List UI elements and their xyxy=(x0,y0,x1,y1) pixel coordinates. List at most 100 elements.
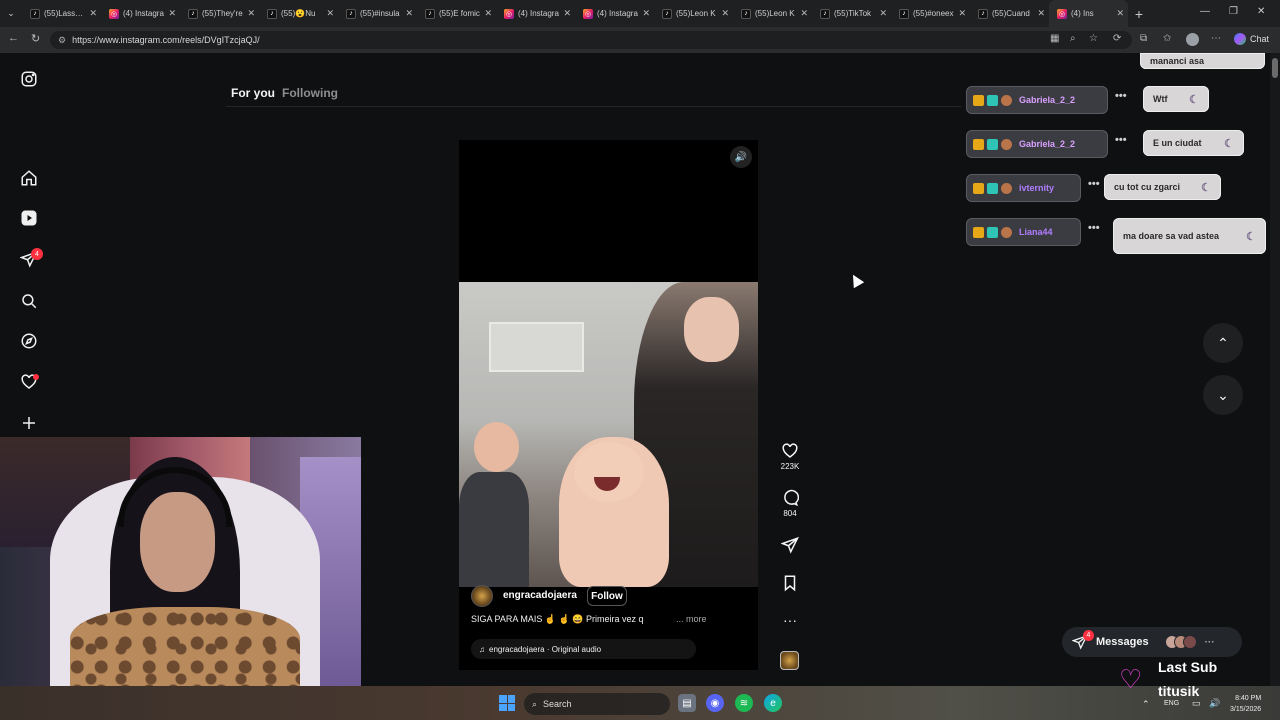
scrollbar[interactable] xyxy=(1270,53,1280,686)
back-icon[interactable]: ← xyxy=(8,32,19,44)
close-tab-icon[interactable]: ✕ xyxy=(405,8,413,19)
zoom-icon[interactable]: ⌕ xyxy=(1070,33,1076,44)
save-button[interactable] xyxy=(776,574,804,592)
chat-username: Gabriela_2_2 xyxy=(1019,139,1076,149)
file-explorer-icon[interactable]: ▤ xyxy=(678,694,696,712)
chat-ellipsis-icon: ••• xyxy=(1088,222,1100,234)
close-tab-icon[interactable]: ✕ xyxy=(721,8,729,19)
create-icon[interactable] xyxy=(18,412,40,434)
close-tab-icon[interactable]: ✕ xyxy=(1116,8,1124,19)
close-tab-icon[interactable]: ✕ xyxy=(642,8,650,19)
scrollbar-thumb[interactable] xyxy=(1272,58,1278,78)
tiktok-icon: ♪ xyxy=(30,8,40,19)
tab-search-icon[interactable]: ⌄ xyxy=(0,8,22,19)
close-tab-icon[interactable]: ✕ xyxy=(247,8,255,19)
browser-tab[interactable]: ♪ (55)#oneex ✕ xyxy=(891,0,970,27)
share-button[interactable] xyxy=(776,536,804,554)
edge-icon[interactable]: e xyxy=(764,694,782,712)
chat-message-text: ma doare sa vad astea xyxy=(1123,231,1220,241)
previous-reel-button[interactable]: ⌃ xyxy=(1203,323,1243,363)
tray-chevron-icon[interactable]: ⌃ xyxy=(1142,699,1150,710)
follow-button[interactable]: Follow xyxy=(587,586,627,606)
more-options-icon[interactable]: ⋯ xyxy=(1211,33,1221,44)
reel-audio-chip[interactable]: ♫ engracadojaera · Original audio xyxy=(471,639,696,659)
browser-tab[interactable]: ♪ (55)E fomic ✕ xyxy=(417,0,496,27)
tab-for-you[interactable]: For you xyxy=(231,86,275,100)
windows-start-icon[interactable] xyxy=(499,695,515,711)
messages-badge: 4 xyxy=(1083,630,1094,641)
close-tab-icon[interactable]: ✕ xyxy=(879,8,887,19)
new-tab-button[interactable]: + xyxy=(1128,6,1150,22)
like-count: 223K xyxy=(780,462,800,471)
emo-badge-icon xyxy=(1001,226,1012,238)
chat-message-bubble: cu tot cu zgarci ☾ xyxy=(1104,174,1221,200)
browser-tab[interactable]: ♪ (55)They're ✕ xyxy=(180,0,259,27)
reload-icon[interactable]: ↻ xyxy=(31,32,40,45)
caption-more-link[interactable]: ... more xyxy=(676,614,707,624)
browser-tab[interactable]: ♪ (55)Leon K ✕ xyxy=(733,0,812,27)
close-tab-icon[interactable]: ✕ xyxy=(1037,8,1045,19)
chat-username-chip: Gabriela_2_2 xyxy=(966,130,1108,158)
browser-tab[interactable]: ♪ (55)Lasssss ✕ xyxy=(22,0,101,27)
close-tab-icon[interactable]: ✕ xyxy=(958,8,966,19)
restore-icon[interactable]: ❐ xyxy=(1229,6,1238,17)
browser-tab[interactable]: ♪ (55)#insula ✕ xyxy=(338,0,417,27)
next-reel-button[interactable]: ⌄ xyxy=(1203,375,1243,415)
sound-toggle-button[interactable]: 🔊 xyxy=(730,146,752,168)
reel-author-username[interactable]: engracadojaera xyxy=(503,590,577,601)
close-tab-icon[interactable]: ✕ xyxy=(89,8,97,19)
close-tab-icon[interactable]: ✕ xyxy=(168,8,176,19)
instagram-logo-icon[interactable] xyxy=(18,68,40,90)
favorites-bar-icon[interactable]: ✩ xyxy=(1163,33,1171,44)
profile-avatar[interactable] xyxy=(1186,33,1199,46)
minimize-icon[interactable]: — xyxy=(1200,6,1210,17)
search-icon[interactable] xyxy=(18,290,40,312)
taskbar-search[interactable]: ⌕ Search xyxy=(524,693,670,715)
tray-language[interactable]: ENG xyxy=(1164,700,1179,707)
tab-following[interactable]: Following xyxy=(282,86,338,100)
browser-tab[interactable]: ◎ (4) Instagra ✕ xyxy=(101,0,180,27)
discord-icon[interactable]: ◉ xyxy=(706,694,724,712)
tray-clock[interactable]: 8:40 PM 3/15/2026 xyxy=(1230,693,1261,715)
chat-ellipsis-icon: ••• xyxy=(1115,90,1127,102)
close-tab-icon[interactable]: ✕ xyxy=(800,8,808,19)
address-bar[interactable]: ⚙ https://www.instagram.com/reels/DVgITz… xyxy=(50,31,1132,49)
browser-tab[interactable]: ♪ (55)Cuand ✕ xyxy=(970,0,1049,27)
tray-date: 3/15/2026 xyxy=(1230,706,1262,713)
refresh-extension-icon[interactable]: ⟳ xyxy=(1113,33,1121,44)
avatar xyxy=(1182,635,1197,649)
audio-thumbnail[interactable] xyxy=(780,651,799,670)
reels-icon[interactable] xyxy=(18,207,40,229)
home-icon[interactable] xyxy=(18,167,40,189)
app-icon[interactable]: ▦ xyxy=(1050,33,1059,44)
spotify-icon[interactable]: ≋ xyxy=(735,694,753,712)
close-tab-icon[interactable]: ✕ xyxy=(563,8,571,19)
browser-tab[interactable]: ♪ (55)😮Nu ✕ xyxy=(259,0,338,27)
browser-tab[interactable]: ◎ (4) Instagra ✕ xyxy=(496,0,575,27)
split-screen-icon[interactable]: ⧉ xyxy=(1140,33,1147,44)
sub-heart-icon: ♡ xyxy=(1119,664,1143,694)
favorite-icon[interactable]: ☆ xyxy=(1089,33,1098,44)
browser-tab[interactable]: ♪ (55)TikTok ✕ xyxy=(812,0,891,27)
copilot-chat-button[interactable]: Chat xyxy=(1234,33,1269,45)
messages-avatars xyxy=(1164,635,1197,649)
notification-badge: 4 xyxy=(31,248,43,260)
reel-video-frame[interactable] xyxy=(459,282,758,587)
close-tab-icon[interactable]: ✕ xyxy=(484,8,492,19)
comment-button[interactable]: 804 xyxy=(776,489,804,518)
browser-tab[interactable]: ♪ (55)Leon K ✕ xyxy=(654,0,733,27)
close-window-icon[interactable]: ✕ xyxy=(1257,6,1265,17)
close-tab-icon[interactable]: ✕ xyxy=(326,8,334,19)
site-info-icon[interactable]: ⚙ xyxy=(58,35,66,46)
reel-author-avatar[interactable] xyxy=(471,585,493,607)
tray-volume-icon[interactable]: 🔊 xyxy=(1209,698,1220,709)
tab-title: (55)Lasssss xyxy=(44,9,86,18)
browser-tab[interactable]: ◎ (4) Instagra ✕ xyxy=(575,0,654,27)
tab-title: (55)#oneex xyxy=(913,9,954,18)
chat-ellipsis-icon: ••• xyxy=(1088,178,1100,190)
like-button[interactable]: 223K xyxy=(776,442,804,471)
tray-network-icon[interactable]: ▭ xyxy=(1192,698,1201,709)
browser-tab[interactable]: ◎ (4) Ins ✕ xyxy=(1049,0,1128,27)
explore-icon[interactable] xyxy=(18,330,40,352)
more-options-button[interactable]: ··· xyxy=(776,612,804,628)
